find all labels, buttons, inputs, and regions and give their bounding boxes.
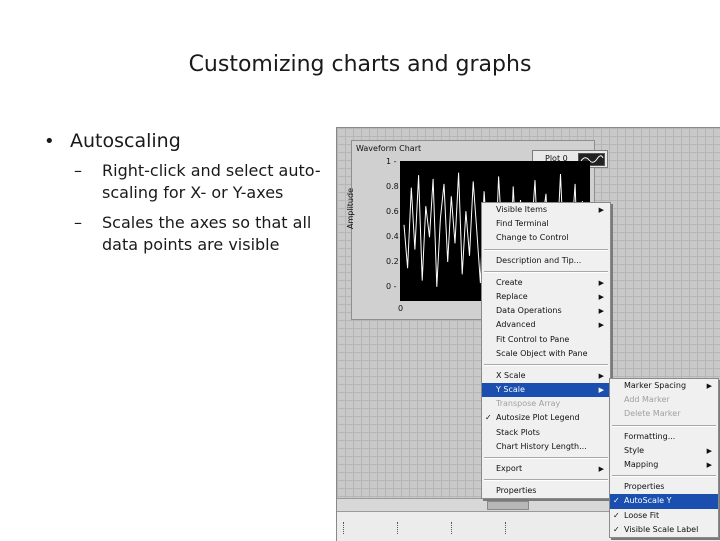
- submenu-arrow-icon: ▶: [706, 460, 712, 469]
- check-icon: ✓: [613, 510, 620, 520]
- submenu-arrow-icon: ▶: [598, 206, 604, 214]
- menu-item-formatting[interactable]: Formatting...: [610, 430, 718, 444]
- y-axis-title: Amplitude: [346, 188, 355, 229]
- menu-item-y-scale[interactable]: Y Scale ▶: [482, 383, 610, 398]
- sub-bullet-item: – Right-click and select auto-scaling fo…: [74, 160, 334, 204]
- menu-separator: [484, 479, 608, 482]
- sub-bullet-text: Right-click and select auto-scaling for …: [102, 161, 321, 202]
- menu-item-label: Visible Items: [496, 205, 548, 214]
- menu-item-label: Description and Tip...: [496, 255, 582, 265]
- menu-item-marker-spacing[interactable]: Marker Spacing ▶: [610, 379, 718, 393]
- menu-item-label: Y Scale: [496, 385, 525, 395]
- sub-bullet-text: Scales the axes so that all data points …: [102, 213, 312, 254]
- menu-item-label: Advanced: [496, 320, 536, 330]
- dash-glyph: –: [74, 161, 82, 180]
- menu-item-label: Change to Control: [496, 233, 569, 243]
- menu-item-create[interactable]: Create ▶: [482, 276, 610, 290]
- menu-item-fit-control-to-pane[interactable]: Fit Control to Pane: [482, 333, 610, 347]
- menu-item-label: Transpose Array: [496, 399, 561, 409]
- menu-item-label: Data Operations: [496, 306, 562, 316]
- y-tick-label: 1 -: [386, 157, 397, 166]
- menu-item-replace[interactable]: Replace ▶: [482, 290, 610, 304]
- submenu-arrow-icon: ▶: [598, 465, 604, 473]
- menu-item-style[interactable]: Style ▶: [610, 444, 718, 458]
- labview-front-panel[interactable]: Waveform Chart Plot 0 Amplitude 1 - 0.8 …: [336, 127, 720, 541]
- menu-item-properties[interactable]: Properties: [610, 480, 718, 494]
- menu-item-label: X Scale: [496, 370, 526, 380]
- bullet-text: Autoscaling: [70, 130, 181, 152]
- slide-title: Customizing charts and graphs: [188, 52, 532, 77]
- menu-item-label: Create: [496, 277, 523, 287]
- submenu-arrow-icon: ▶: [598, 292, 604, 301]
- submenu-arrow-icon: ▶: [598, 278, 604, 287]
- menu-item-label: Properties: [624, 482, 665, 492]
- menu-item-label: Replace: [496, 291, 528, 301]
- menu-item-label: Fit Control to Pane: [496, 334, 570, 344]
- menu-item-add-marker: Add Marker: [610, 393, 718, 407]
- menu-item-label: Properties: [496, 486, 537, 496]
- menu-separator: [484, 248, 608, 251]
- submenu-arrow-icon: ▶: [706, 446, 712, 455]
- menu-item-scale-object-with-pane[interactable]: Scale Object with Pane: [482, 347, 610, 361]
- dash-glyph: –: [74, 213, 82, 232]
- bullet-item: • Autoscaling: [44, 130, 334, 152]
- menu-item-export[interactable]: Export ▶: [482, 462, 610, 476]
- y-tick-label: 0 -: [386, 282, 397, 291]
- menu-separator: [612, 475, 716, 478]
- menu-item-label: AutoScale Y: [624, 496, 672, 506]
- menu-item-label: Mapping: [624, 459, 659, 469]
- check-icon: ✓: [613, 496, 620, 506]
- menu-item-label: Chart History Length...: [496, 441, 587, 451]
- menu-item-data-operations[interactable]: Data Operations ▶: [482, 304, 610, 318]
- bullet-list: • Autoscaling – Right-click and select a…: [44, 130, 334, 256]
- menu-item-delete-marker: Delete Marker: [610, 407, 718, 421]
- menu-item-properties[interactable]: Properties: [482, 484, 610, 498]
- menu-item-stack-plots[interactable]: Stack Plots: [482, 426, 610, 440]
- menu-item-label: Style: [624, 445, 645, 455]
- context-menu[interactable]: Visible Items ▶ Find Terminal Change to Con…: [481, 202, 611, 500]
- bullet-glyph: •: [44, 131, 55, 152]
- menu-item-advanced[interactable]: Advanced ▶: [482, 318, 610, 332]
- menu-item-label: Delete Marker: [624, 409, 681, 419]
- menu-item-label: Export: [496, 464, 523, 473]
- menu-item-autosize-plot-legend[interactable]: ✓ Autosize Plot Legend: [482, 411, 610, 425]
- menu-item-change-to-control[interactable]: Change to Control: [482, 231, 610, 245]
- menu-item-label: Visible Scale Label: [624, 524, 699, 534]
- menu-item-description-and-tip[interactable]: Description and Tip...: [482, 254, 610, 268]
- menu-item-label: Find Terminal: [496, 219, 549, 229]
- y-scale-submenu[interactable]: Marker Spacing ▶ Add Marker Delete Marker Fo…: [609, 378, 719, 538]
- chart-label: Waveform Chart: [356, 144, 422, 153]
- menu-item-label: Loose Fit: [624, 510, 660, 520]
- menu-item-label: Formatting...: [624, 431, 676, 441]
- menu-item-mapping[interactable]: Mapping ▶: [610, 458, 718, 472]
- menu-item-visible-scale-label[interactable]: ✓ Visible Scale Label: [610, 523, 718, 537]
- menu-item-loose-fit[interactable]: ✓ Loose Fit: [610, 509, 718, 523]
- menu-item-label: Marker Spacing: [624, 381, 687, 390]
- sub-bullet-item: – Scales the axes so that all data point…: [74, 212, 334, 256]
- check-icon: ✓: [485, 413, 492, 423]
- x-tick-label: 0: [398, 304, 404, 313]
- menu-item-chart-history-length[interactable]: Chart History Length...: [482, 440, 610, 454]
- menu-item-transpose-array: Transpose Array: [482, 397, 610, 411]
- menu-item-autoscale-y[interactable]: ✓ AutoScale Y: [610, 494, 718, 509]
- menu-item-x-scale[interactable]: X Scale ▶: [482, 369, 610, 383]
- menu-item-label: Scale Object with Pane: [496, 348, 588, 358]
- menu-separator: [484, 363, 608, 366]
- menu-item-label: Stack Plots: [496, 427, 540, 437]
- menu-separator: [612, 424, 716, 427]
- submenu-arrow-icon: ▶: [598, 386, 604, 395]
- submenu-arrow-icon: ▶: [598, 307, 604, 316]
- menu-separator: [484, 457, 608, 459]
- menu-item-find-terminal[interactable]: Find Terminal: [482, 217, 610, 231]
- check-icon: ✓: [613, 524, 620, 534]
- menu-item-label: Add Marker: [624, 395, 670, 405]
- submenu-arrow-icon: ▶: [598, 321, 604, 330]
- menu-separator: [484, 270, 608, 273]
- menu-item-label: Autosize Plot Legend: [496, 413, 580, 423]
- submenu-arrow-icon: ▶: [598, 371, 604, 380]
- scrollbar-thumb[interactable]: [487, 501, 529, 510]
- menu-item-visible-items[interactable]: Visible Items ▶: [482, 203, 610, 217]
- submenu-arrow-icon: ▶: [706, 382, 712, 390]
